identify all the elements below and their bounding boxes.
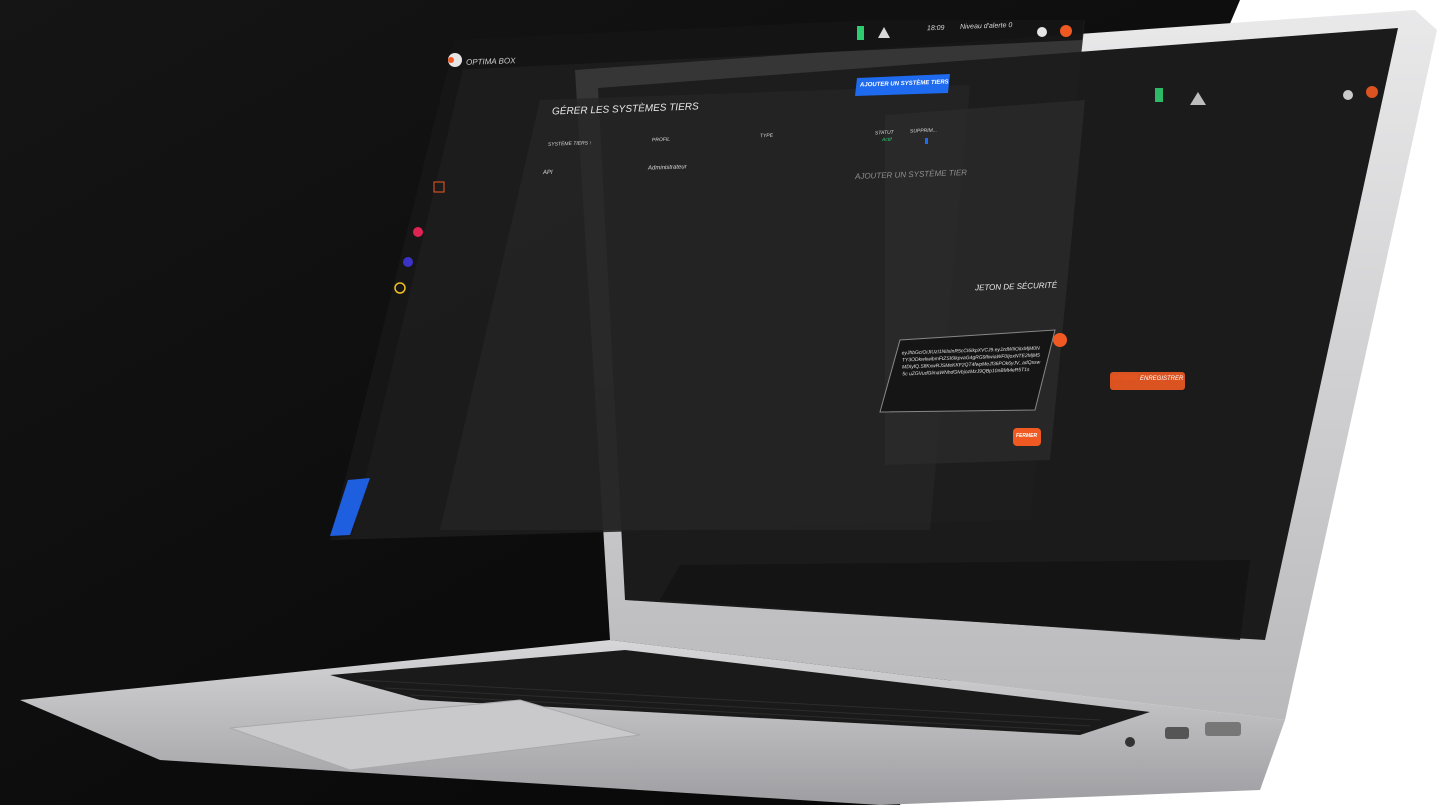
row-status: Actif: [881, 136, 892, 144]
floating-app-window: OPTIMA BOX 18:09 Niveau d'alerte 0 GÉRER…: [330, 20, 1090, 540]
row-system: API: [542, 169, 553, 177]
app-title: OPTIMA BOX: [465, 56, 516, 67]
save-button[interactable]: ENREGISTRER: [1140, 376, 1183, 382]
table-header-status: STATUT: [874, 129, 894, 137]
token-text: eyJhbGciOiJIUzI1NiIsInR5cCI6IkpXVCJ9.eyJ…: [901, 345, 1041, 378]
close-button[interactable]: FERMER: [1016, 433, 1037, 439]
table-header-type: TYPE: [759, 132, 774, 140]
table-header-profile: PROFIL: [651, 136, 671, 144]
app-window-shape: [330, 20, 1085, 540]
clock-time: 18:09: [926, 24, 945, 33]
back-button[interactable]: RETOUR: [1112, 376, 1137, 382]
table-header-delete: SUPPRIM...: [909, 127, 938, 135]
